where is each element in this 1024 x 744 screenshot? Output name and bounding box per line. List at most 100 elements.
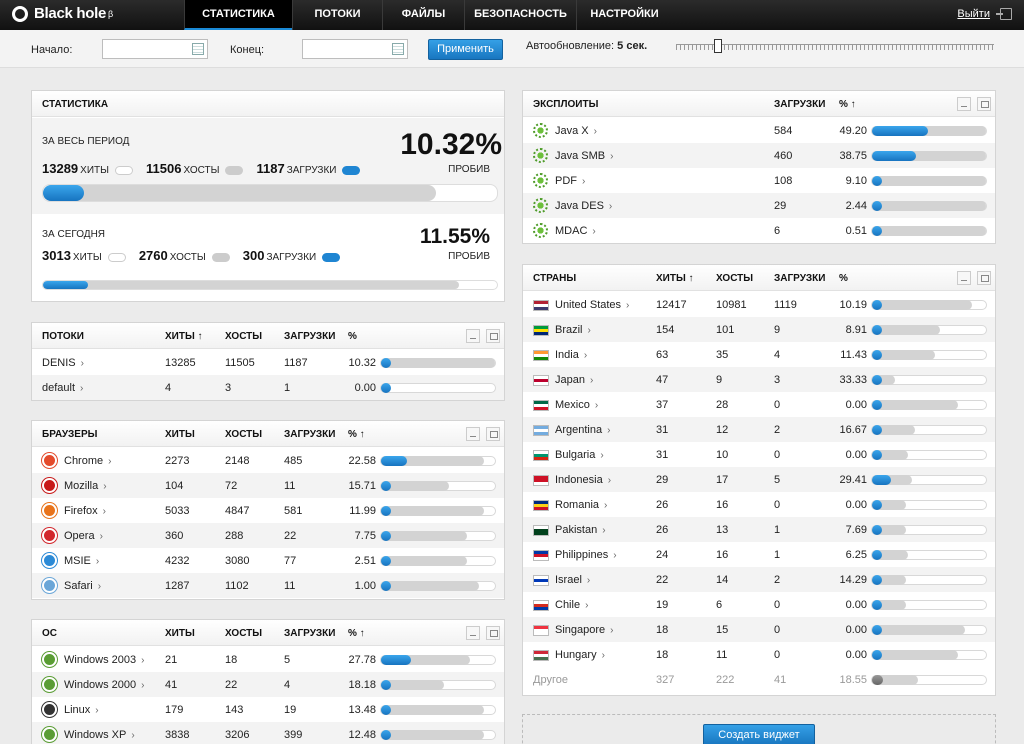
row-name[interactable]: Japan › (555, 374, 593, 386)
chevron-right-icon[interactable]: › (609, 201, 612, 212)
minimize-panel-button[interactable] (957, 271, 971, 285)
logout-icon[interactable] (996, 8, 1012, 20)
row-name[interactable]: Mozilla › (64, 480, 107, 492)
column-header[interactable]: ЗАГРУЗКИ (284, 331, 335, 342)
table-row[interactable]: Pakistan › 26 13 1 7.69 (523, 517, 995, 542)
row-name[interactable]: Firefox › (64, 505, 106, 517)
row-name[interactable]: Opera › (64, 530, 103, 542)
table-row[interactable]: Java X › 584 49.20 (523, 118, 995, 143)
start-date-input[interactable] (102, 39, 208, 59)
chevron-right-icon[interactable]: › (96, 556, 99, 567)
row-name[interactable]: Safari › (64, 580, 101, 592)
row-name[interactable]: Другое (533, 674, 568, 686)
chevron-right-icon[interactable]: › (585, 600, 588, 611)
column-header[interactable]: ЗАГРУЗКИ (774, 273, 825, 284)
column-header[interactable]: ХОСТЫ (225, 628, 262, 639)
chevron-right-icon[interactable]: › (626, 300, 629, 311)
row-name[interactable]: MSIE › (64, 555, 99, 567)
table-row[interactable]: Mexico › 37 28 0 0.00 (523, 392, 995, 417)
maximize-panel-button[interactable] (486, 427, 500, 441)
row-name[interactable]: Windows 2003 › (64, 654, 145, 666)
table-row-other[interactable]: Другое 327 222 41 18.55 (523, 667, 995, 692)
chevron-right-icon[interactable]: › (608, 475, 611, 486)
row-name[interactable]: Java SMB › (555, 150, 613, 162)
chevron-right-icon[interactable]: › (590, 375, 593, 386)
table-row[interactable]: Java SMB › 460 38.75 (523, 143, 995, 168)
chevron-right-icon[interactable]: › (81, 358, 84, 369)
chevron-right-icon[interactable]: › (594, 126, 597, 137)
tab-4[interactable]: НАСТРОЙКИ (576, 0, 672, 30)
maximize-panel-button[interactable] (977, 97, 991, 111)
row-name[interactable]: Bulgaria › (555, 449, 604, 461)
row-name[interactable]: MDAC › (555, 225, 596, 237)
table-row[interactable]: PDF › 108 9.10 (523, 168, 995, 193)
table-row[interactable]: Indonesia › 29 17 5 29.41 (523, 467, 995, 492)
column-header[interactable]: ЗАГРУЗКИ (284, 628, 335, 639)
column-header[interactable]: ХОСТЫ (225, 331, 262, 342)
row-name[interactable]: Brazil › (555, 324, 591, 336)
row-name[interactable]: Israel › (555, 574, 590, 586)
row-name[interactable]: Java X › (555, 125, 597, 137)
autoupdate-slider[interactable] (676, 39, 994, 53)
tab-1[interactable]: ПОТОКИ (292, 0, 382, 30)
column-header[interactable]: ЗАГРУЗКИ (284, 429, 335, 440)
minimize-panel-button[interactable] (466, 329, 480, 343)
chevron-right-icon[interactable]: › (610, 151, 613, 162)
table-row[interactable]: Israel › 22 14 2 14.29 (523, 567, 995, 592)
column-header[interactable]: % ↑ (839, 99, 856, 110)
chevron-right-icon[interactable]: › (141, 655, 144, 666)
row-name[interactable]: Hungary › (555, 649, 605, 661)
row-name[interactable]: Argentina › (555, 424, 610, 436)
chevron-right-icon[interactable]: › (600, 450, 603, 461)
table-row[interactable]: Windows XP › 3838 3206 399 12.48 (32, 722, 504, 744)
row-name[interactable]: Linux › (64, 704, 99, 716)
table-row[interactable]: Linux › 179 143 19 13.48 (32, 697, 504, 722)
table-row[interactable]: Singapore › 18 15 0 0.00 (523, 617, 995, 642)
chevron-right-icon[interactable]: › (103, 506, 106, 517)
chevron-right-icon[interactable]: › (610, 625, 613, 636)
chevron-right-icon[interactable]: › (595, 400, 598, 411)
table-row[interactable]: Java DES › 29 2.44 (523, 193, 995, 218)
row-name[interactable]: Chile › (555, 599, 588, 611)
row-name[interactable]: India › (555, 349, 587, 361)
table-row[interactable]: Philippines › 24 16 1 6.25 (523, 542, 995, 567)
end-date-input[interactable] (302, 39, 408, 59)
column-header[interactable]: ХОСТЫ (716, 273, 753, 284)
app-logo[interactable]: Black hole β (12, 5, 113, 22)
table-row[interactable]: Chile › 19 6 0 0.00 (523, 592, 995, 617)
table-row[interactable]: Safari › 1287 1102 11 1.00 (32, 573, 504, 598)
minimize-panel-button[interactable] (466, 626, 480, 640)
table-row[interactable]: India › 63 35 4 11.43 (523, 342, 995, 367)
tab-0[interactable]: СТАТИСТИКА (184, 0, 292, 30)
row-name[interactable]: DENIS › (42, 357, 84, 369)
chevron-right-icon[interactable]: › (141, 680, 144, 691)
chevron-right-icon[interactable]: › (602, 650, 605, 661)
chevron-right-icon[interactable]: › (604, 500, 607, 511)
table-row[interactable]: Argentina › 31 12 2 16.67 (523, 417, 995, 442)
chevron-right-icon[interactable]: › (98, 581, 101, 592)
chevron-right-icon[interactable]: › (582, 176, 585, 187)
row-name[interactable]: Pakistan › (555, 524, 606, 536)
column-header[interactable]: ХИТЫ ↑ (656, 273, 694, 284)
chevron-right-icon[interactable]: › (131, 730, 134, 741)
calendar-icon[interactable] (392, 43, 404, 55)
column-header[interactable]: ХИТЫ (165, 429, 195, 440)
maximize-panel-button[interactable] (486, 626, 500, 640)
chevron-right-icon[interactable]: › (613, 550, 616, 561)
apply-button[interactable]: Применить (428, 39, 503, 60)
logout-link[interactable]: Выйти (957, 8, 990, 20)
chevron-right-icon[interactable]: › (80, 383, 83, 394)
column-header[interactable]: % (839, 273, 848, 284)
table-row[interactable]: Hungary › 18 11 0 0.00 (523, 642, 995, 667)
table-row[interactable]: Firefox › 5033 4847 581 11.99 (32, 498, 504, 523)
chevron-right-icon[interactable]: › (103, 481, 106, 492)
table-row[interactable]: Chrome › 2273 2148 485 22.58 (32, 448, 504, 473)
row-name[interactable]: PDF › (555, 175, 585, 187)
row-name[interactable]: Philippines › (555, 549, 617, 561)
column-header[interactable]: ЗАГРУЗКИ (774, 99, 825, 110)
row-name[interactable]: Mexico › (555, 399, 598, 411)
column-header[interactable]: % ↑ (348, 429, 365, 440)
table-row[interactable]: MDAC › 6 0.51 (523, 218, 995, 243)
tab-2[interactable]: ФАЙЛЫ (382, 0, 464, 30)
table-row[interactable]: Windows 2000 › 41 22 4 18.18 (32, 672, 504, 697)
